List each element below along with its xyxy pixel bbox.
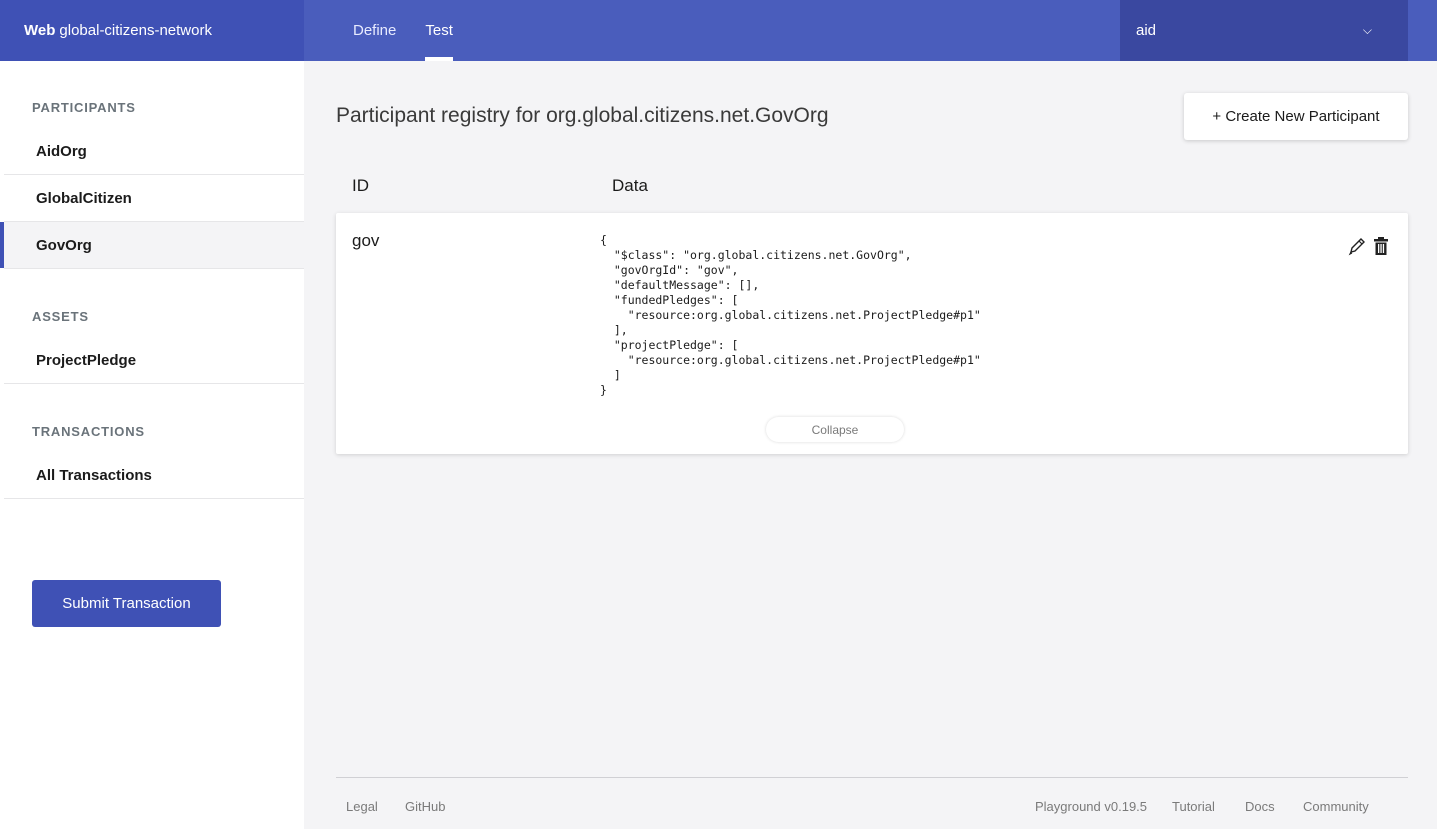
trash-icon[interactable]: [1372, 236, 1390, 256]
footer: Legal GitHub Playground v0.19.5 Tutorial…: [336, 777, 1408, 829]
footer-link-legal[interactable]: Legal: [346, 799, 378, 814]
table-row: gov { "$class": "org.global.citizens.net…: [336, 213, 1408, 454]
assets-section-title: ASSETS: [32, 309, 89, 324]
identity-label: aid: [1136, 22, 1157, 39]
create-new-participant-button[interactable]: + Create New Participant: [1184, 93, 1408, 140]
column-header-data: Data: [612, 176, 648, 195]
chevron-down-icon: ⌵: [1362, 23, 1372, 37]
footer-link-tutorial[interactable]: Tutorial: [1172, 799, 1215, 814]
sidebar: PARTICIPANTS AidOrg GlobalCitizen GovOrg…: [0, 61, 304, 829]
sidebar-item-govorg[interactable]: GovOrg: [0, 222, 304, 269]
footer-link-github[interactable]: GitHub: [405, 799, 445, 814]
footer-link-community[interactable]: Community: [1303, 799, 1369, 814]
sidebar-item-projectpledge[interactable]: ProjectPledge: [4, 337, 304, 384]
identity-selector[interactable]: aid ⌵: [1120, 0, 1408, 61]
footer-version: Playground v0.19.5: [1035, 799, 1148, 814]
participants-section-title: PARTICIPANTS: [32, 100, 136, 115]
app-brand[interactable]: Web global-citizens-network: [0, 0, 304, 61]
brand-prefix: Web: [24, 22, 56, 39]
page-title: Participant registry for org.global.citi…: [336, 104, 829, 127]
top-bar: Web global-citizens-network Define Test a…: [0, 0, 1437, 61]
sidebar-item-globalcitizen[interactable]: GlobalCitizen: [4, 175, 304, 222]
record-json: { "$class": "org.global.citizens.net.Gov…: [600, 233, 981, 397]
footer-link-docs[interactable]: Docs: [1245, 799, 1275, 814]
collapse-button[interactable]: Collapse: [766, 417, 904, 442]
sidebar-item-all-transactions[interactable]: All Transactions: [4, 452, 304, 499]
pencil-icon[interactable]: [1348, 236, 1366, 256]
brand-name: global-citizens-network: [59, 22, 212, 39]
main-tabs: Define Test: [353, 0, 482, 61]
transactions-section-title: TRANSACTIONS: [32, 424, 145, 439]
column-header-id: ID: [352, 176, 369, 195]
tab-define[interactable]: Define: [353, 0, 396, 61]
submit-transaction-button[interactable]: Submit Transaction: [32, 580, 221, 627]
record-id: gov: [352, 231, 380, 250]
tab-test[interactable]: Test: [425, 0, 453, 61]
sidebar-item-aidorg[interactable]: AidOrg: [4, 128, 304, 175]
